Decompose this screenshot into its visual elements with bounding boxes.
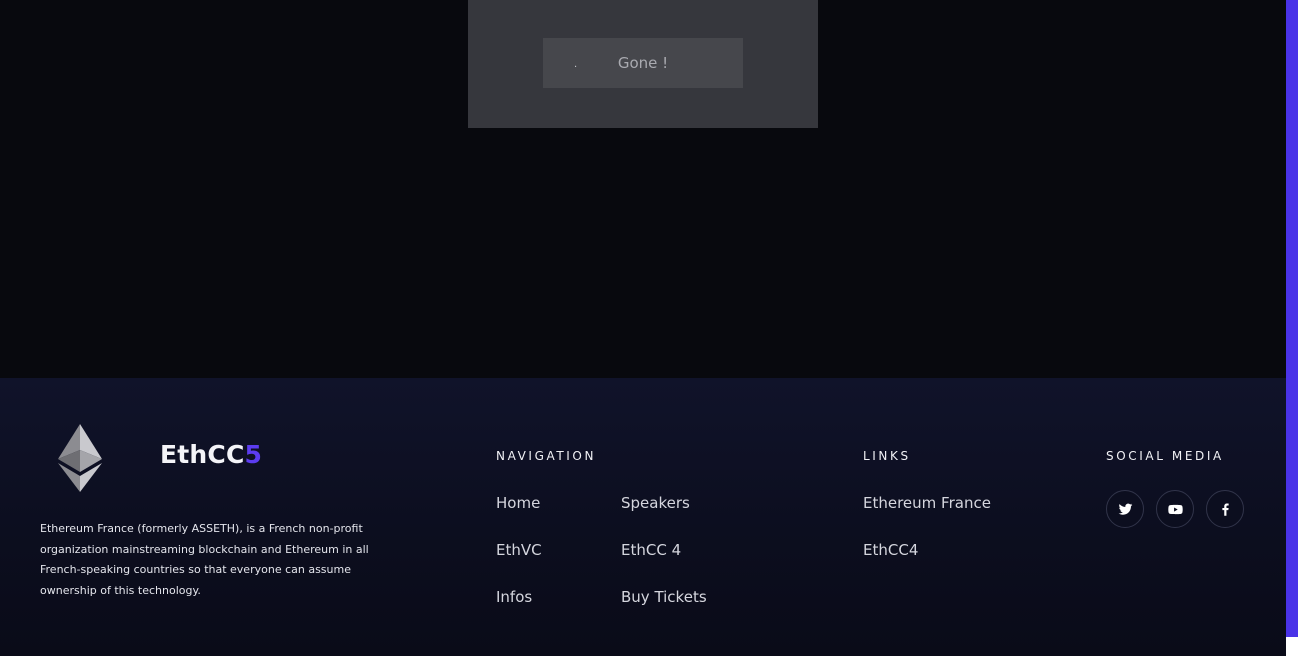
link-ethereum-france[interactable]: Ethereum France bbox=[863, 494, 991, 512]
gone-button-label: Gone ! bbox=[617, 54, 669, 72]
nav-link-speakers[interactable]: Speakers bbox=[621, 494, 690, 512]
gone-button[interactable]: . Gone ! bbox=[543, 38, 743, 88]
button-dot: . bbox=[574, 59, 578, 70]
twitter-button[interactable] bbox=[1106, 490, 1144, 528]
facebook-button[interactable] bbox=[1206, 490, 1244, 528]
about-text: Ethereum France (formerly ASSETH), is a … bbox=[40, 522, 369, 597]
youtube-button[interactable] bbox=[1156, 490, 1194, 528]
nav-link-buy-tickets[interactable]: Buy Tickets bbox=[621, 588, 707, 606]
nav-link-infos[interactable]: Infos bbox=[496, 588, 532, 606]
nav-link-ethvc[interactable]: EthVC bbox=[496, 541, 542, 559]
youtube-icon bbox=[1167, 504, 1183, 514]
nav-link-home[interactable]: Home bbox=[496, 494, 540, 512]
nav-link-ethcc4[interactable]: EthCC 4 bbox=[621, 541, 681, 559]
brand-text: EthCC bbox=[160, 440, 245, 469]
ethereum-logo-icon[interactable] bbox=[58, 424, 102, 492]
scrollbar-track[interactable] bbox=[1286, 0, 1298, 637]
site-footer: EthCC5 Ethereum France (formerly ASSETH)… bbox=[0, 378, 1286, 656]
link-ethcc4[interactable]: EthCC4 bbox=[863, 541, 918, 559]
scrollbar-end bbox=[1286, 637, 1298, 656]
twitter-icon bbox=[1118, 503, 1132, 515]
brand-name[interactable]: EthCC5 bbox=[160, 440, 262, 469]
status-card: . Gone ! bbox=[468, 0, 818, 128]
social-media-heading: SOCIAL MEDIA bbox=[1106, 449, 1224, 463]
brand-number: 5 bbox=[244, 440, 263, 469]
links-heading: LINKS bbox=[863, 449, 911, 463]
facebook-icon bbox=[1221, 503, 1229, 516]
main-section: . Gone ! bbox=[0, 0, 1286, 378]
navigation-heading: NAVIGATION bbox=[496, 449, 597, 463]
